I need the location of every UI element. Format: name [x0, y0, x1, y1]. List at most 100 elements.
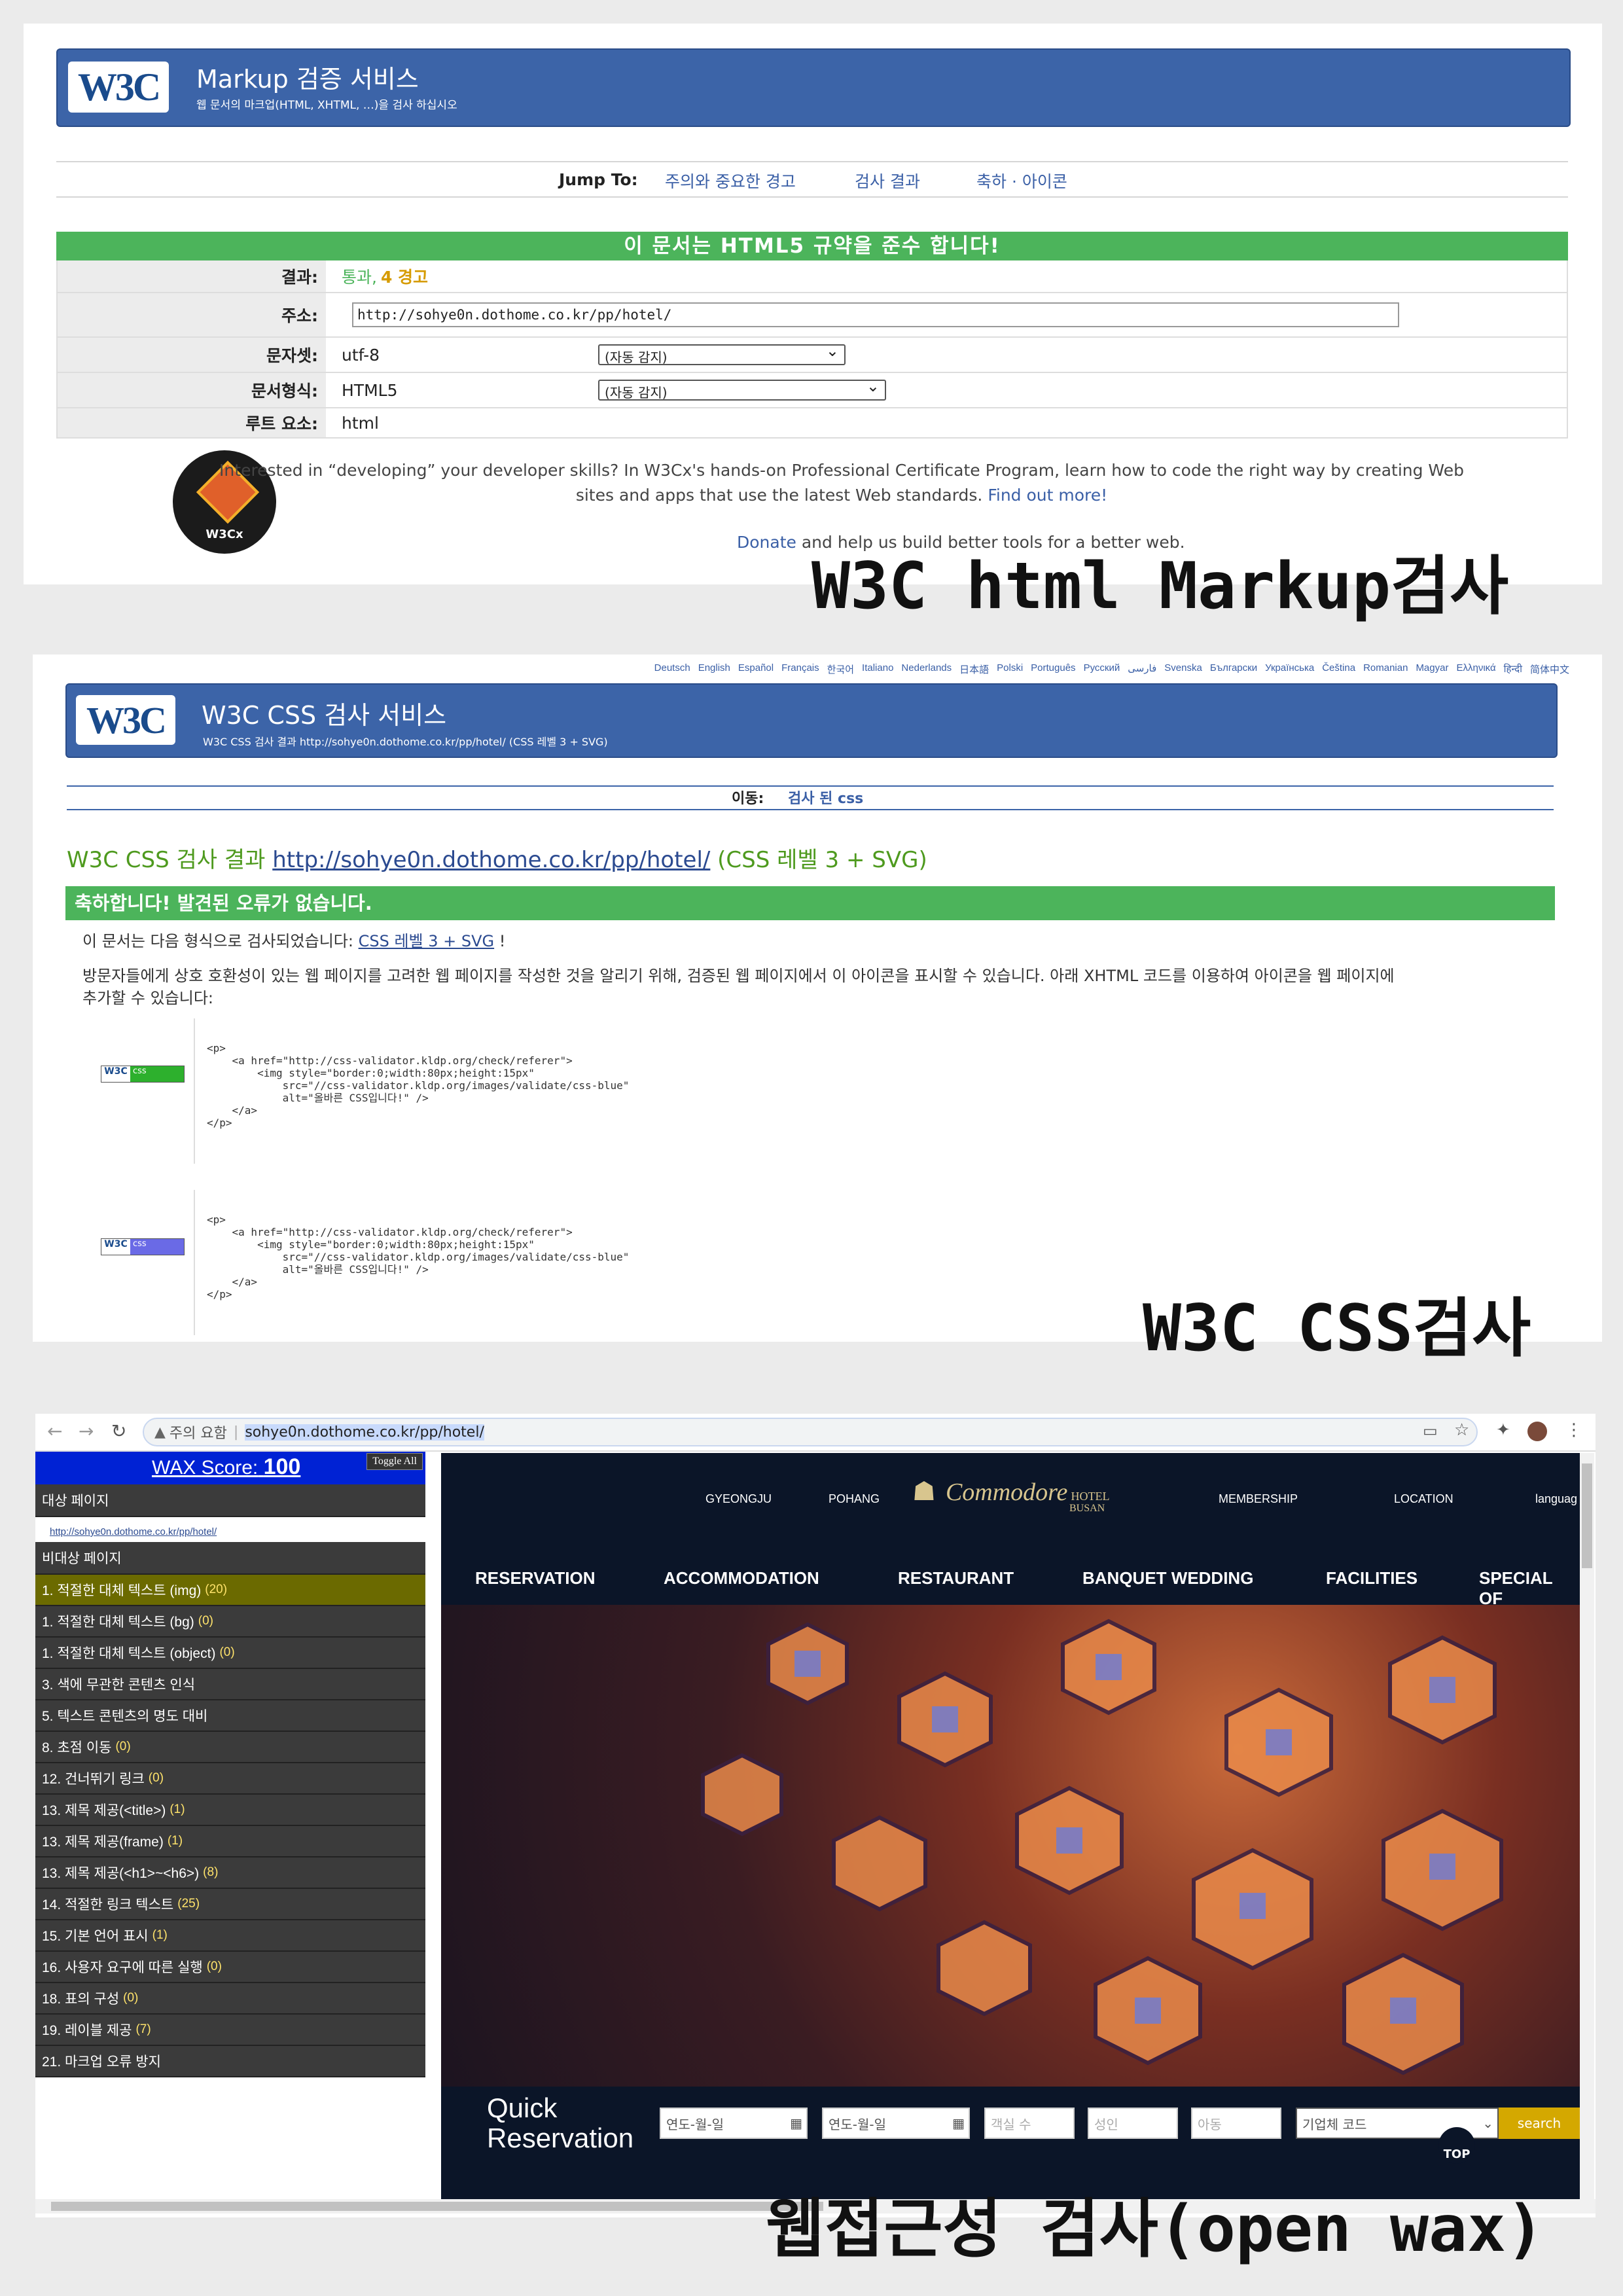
wax-check-item[interactable]: 5. 텍스트 콘텐츠의 명도 대비: [35, 1700, 425, 1732]
lang-link[interactable]: Български: [1210, 662, 1257, 676]
scrollbar-thumb[interactable]: [1582, 1463, 1592, 1568]
target-page-header[interactable]: 대상 페이지: [35, 1484, 425, 1517]
lang-link[interactable]: Romanian: [1363, 662, 1408, 676]
css-profile-link[interactable]: CSS 레벨 3 + SVG: [359, 932, 495, 950]
back-icon[interactable]: ←: [47, 1420, 62, 1442]
lang-link[interactable]: Français: [781, 662, 819, 676]
lang-link[interactable]: Čeština: [1322, 662, 1355, 676]
target-page-link[interactable]: http://sohye0n.dothome.co.kr/pp/hotel/: [50, 1526, 217, 1537]
nav-banquet-wedding[interactable]: BANQUET WEDDING: [1082, 1568, 1253, 1588]
css-valid-badge-green[interactable]: W3C css: [101, 1066, 185, 1083]
wax-check-item[interactable]: 18. 표의 구성 (0): [35, 1983, 425, 2015]
donate-link[interactable]: Donate: [737, 533, 796, 552]
wax-check-item[interactable]: 14. 적절한 링크 텍스트 (25): [35, 1889, 425, 1920]
rooms-input[interactable]: 객실 수: [984, 2108, 1075, 2139]
adults-input[interactable]: 성인: [1088, 2108, 1178, 2139]
wax-check-item[interactable]: 3. 색에 무관한 콘텐츠 인식: [35, 1669, 425, 1700]
search-button[interactable]: search: [1499, 2108, 1580, 2139]
quick-reservation-bar: Quick Reservation 연도-월-일 ▦ 연도-월-일 ▦ 객실 수 성…: [441, 2088, 1580, 2166]
wax-check-item[interactable]: 1. 적절한 대체 텍스트 (img) (20): [35, 1575, 425, 1606]
hotel-logo[interactable]: ☗ Commodore HOTEL BUSAN: [912, 1477, 1110, 1514]
wax-check-item[interactable]: 13. 제목 제공(frame) (1): [35, 1826, 425, 1857]
star-icon[interactable]: ☆: [1454, 1420, 1469, 1440]
wax-caption: 웹접근성 검사(open wax): [766, 2192, 1544, 2267]
lang-link[interactable]: 简体中文: [1530, 662, 1569, 676]
address-url[interactable]: sohye0n.dothome.co.kr/pp/hotel/: [245, 1424, 484, 1441]
lang-link[interactable]: English: [698, 662, 730, 676]
lang-link[interactable]: 日本語: [959, 662, 989, 676]
nav-restaurant[interactable]: RESTAURANT: [898, 1568, 1014, 1588]
address-input[interactable]: http://sohye0n.dothome.co.kr/pp/hotel/: [352, 302, 1399, 327]
wax-check-item[interactable]: 12. 건너뛰기 링크 (0): [35, 1763, 425, 1795]
wax-check-label: 18. 표의 구성: [42, 1992, 120, 2007]
lang-link[interactable]: Nederlands: [901, 662, 952, 676]
code-snippet-green: <p> <a href="http://css-validator.kldp.o…: [207, 1042, 630, 1129]
checkout-date-input[interactable]: 연도-월-일 ▦: [822, 2108, 970, 2139]
jump-link-warnings[interactable]: 주의와 중요한 경고: [665, 169, 796, 192]
scrollbar-thumb[interactable]: [51, 2202, 823, 2211]
lang-link[interactable]: Magyar: [1416, 662, 1448, 676]
reload-icon[interactable]: ↻: [111, 1420, 126, 1442]
wax-check-item[interactable]: 1. 적절한 대체 텍스트 (object) (0): [35, 1638, 425, 1669]
logo-emblem-icon: ☗: [912, 1477, 936, 1507]
top-button[interactable]: TOP: [1438, 2127, 1475, 2164]
checkin-date-input[interactable]: 연도-월-일 ▦: [660, 2108, 808, 2139]
wax-check-label: 13. 제목 제공(frame): [42, 1835, 164, 1850]
language-list: Deutsch English Español Français 한국어 Ita…: [654, 662, 1569, 676]
nav-reservation[interactable]: RESERVATION: [475, 1568, 595, 1588]
menu-icon[interactable]: ⋮: [1565, 1420, 1582, 1440]
children-input[interactable]: 아동: [1191, 2108, 1281, 2139]
root-label: 루트 요소:: [58, 408, 326, 437]
calendar-icon: ▦: [952, 2115, 965, 2131]
wax-check-item[interactable]: 13. 제목 제공(<h1>~<h6>) (8): [35, 1857, 425, 1889]
lang-link[interactable]: Deutsch: [654, 662, 690, 676]
lang-link[interactable]: فارسی: [1128, 662, 1156, 676]
lang-link[interactable]: 한국어: [827, 662, 854, 676]
css-valid-badge-blue[interactable]: W3C css: [101, 1238, 185, 1255]
wax-check-item[interactable]: 13. 제목 제공(<title>) (1): [35, 1795, 425, 1826]
address-bar[interactable]: ▲ 주의 요함 | sohye0n.dothome.co.kr/pp/hotel…: [143, 1418, 1478, 1446]
wax-check-item[interactable]: 21. 마크업 오류 방지: [35, 2046, 425, 2077]
wax-check-item[interactable]: 8. 초점 이동 (0): [35, 1732, 425, 1763]
result-warnings[interactable]: 4 경고: [381, 264, 428, 288]
nav-gyeongju[interactable]: GYEONGJU: [705, 1492, 772, 1506]
result-url-link[interactable]: http://sohye0n.dothome.co.kr/pp/hotel/: [272, 847, 710, 873]
avatar[interactable]: [1527, 1422, 1547, 1441]
forward-icon[interactable]: →: [79, 1420, 94, 1442]
nav-facilities[interactable]: FACILITIES: [1326, 1568, 1418, 1588]
w3c-logo[interactable]: W3C: [76, 695, 175, 745]
nav-membership[interactable]: MEMBERSHIP: [1219, 1492, 1298, 1506]
jump-link-icons[interactable]: 축하 · 아이콘: [976, 169, 1067, 192]
wax-check-item[interactable]: 1. 적절한 대체 텍스트 (bg) (0): [35, 1606, 425, 1638]
vertical-scrollbar[interactable]: [1580, 1453, 1594, 2199]
w3c-logo[interactable]: W3C: [68, 62, 169, 113]
lang-link[interactable]: Українська: [1265, 662, 1314, 676]
nav-location[interactable]: LOCATION: [1394, 1492, 1454, 1506]
cast-icon[interactable]: ▭: [1423, 1422, 1438, 1440]
lang-link[interactable]: Svenska: [1164, 662, 1202, 676]
lang-link[interactable]: हिन्दी: [1504, 662, 1522, 676]
jump-to-label: Jump To:: [559, 170, 638, 189]
wax-check-item[interactable]: 16. 사용자 요구에 따른 실행 (0): [35, 1952, 425, 1983]
lang-link[interactable]: Ελληνικά: [1456, 662, 1495, 676]
divider: [56, 196, 1568, 198]
nav-language[interactable]: languag: [1535, 1492, 1577, 1506]
nav-special-offers[interactable]: SPECIAL OF: [1479, 1568, 1580, 1609]
lang-link[interactable]: Español: [738, 662, 774, 676]
jump-link-results[interactable]: 검사 결과: [855, 169, 920, 192]
lang-link[interactable]: Русский: [1084, 662, 1120, 676]
lang-link[interactable]: Português: [1031, 662, 1075, 676]
charset-select[interactable]: (자동 감지): [598, 342, 846, 365]
wax-check-item[interactable]: 19. 레이블 제공 (7): [35, 2015, 425, 2046]
lang-link[interactable]: Italiano: [862, 662, 893, 676]
toggle-all-button[interactable]: Toggle All: [366, 1453, 423, 1470]
non-target-page-header[interactable]: 비대상 페이지: [35, 1542, 425, 1575]
lang-link[interactable]: Polski: [997, 662, 1023, 676]
nav-link-validated-css[interactable]: 검사 된 css: [788, 787, 863, 808]
extensions-icon[interactable]: ✦: [1496, 1420, 1510, 1440]
doctype-select[interactable]: (자동 감지): [598, 377, 886, 401]
wax-check-item[interactable]: 15. 기본 언어 표시 (1): [35, 1920, 425, 1952]
find-out-more-link[interactable]: Find out more!: [988, 486, 1107, 505]
nav-accommodation[interactable]: ACCOMMODATION: [664, 1568, 819, 1588]
nav-pohang[interactable]: POHANG: [829, 1492, 880, 1506]
